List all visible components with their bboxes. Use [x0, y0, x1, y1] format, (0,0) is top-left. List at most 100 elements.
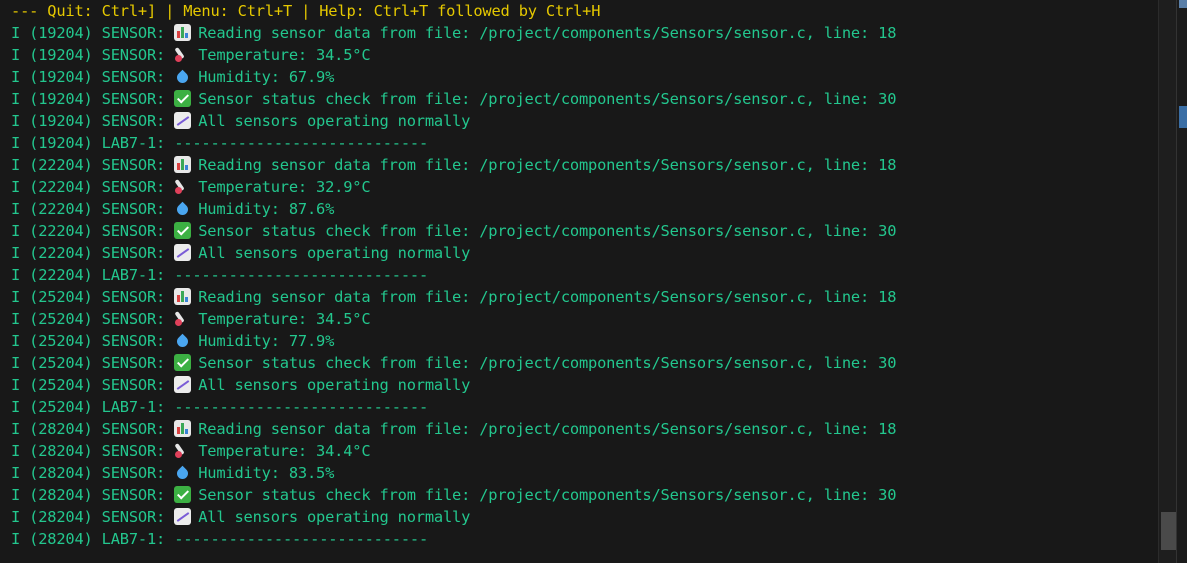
log-prefix: I (25204) SENSOR:	[11, 354, 175, 372]
log-line: I (28204) SENSOR: Reading sensor data fr…	[11, 418, 896, 440]
log-prefix: I (19204) LAB7-1:	[11, 134, 175, 152]
log-prefix: I (28204) SENSOR:	[11, 508, 175, 526]
droplet-icon	[174, 68, 191, 85]
trend-chart-icon	[174, 508, 192, 525]
droplet-icon	[174, 332, 191, 349]
log-prefix: I (22204) SENSOR:	[11, 178, 175, 196]
log-line: I (28204) LAB7-1: ----------------------…	[11, 528, 896, 550]
log-line: I (25204) SENSOR: Sensor status check fr…	[11, 352, 896, 374]
log-message: All sensors operating normally	[198, 508, 471, 526]
log-prefix: I (25204) LAB7-1:	[11, 398, 175, 416]
log-line: I (19204) SENSOR: All sensors operating …	[11, 110, 896, 132]
log-prefix: I (28204) SENSOR:	[11, 464, 175, 482]
vertical-scrollbar[interactable]	[1158, 0, 1177, 563]
log-message: Reading sensor data from file: /project/…	[198, 156, 897, 174]
log-line: I (25204) SENSOR: Humidity: 77.9%	[11, 330, 896, 352]
log-prefix: I (25204) SENSOR:	[11, 288, 175, 306]
log-line: I (22204) SENSOR: Humidity: 87.6%	[11, 198, 896, 220]
log-message: Sensor status check from file: /project/…	[198, 354, 897, 372]
log-line: I (22204) SENSOR: Sensor status check fr…	[11, 220, 896, 242]
log-prefix: I (19204) SENSOR:	[11, 68, 175, 86]
log-line: I (22204) SENSOR: All sensors operating …	[11, 242, 896, 264]
log-line: I (28204) SENSOR: All sensors operating …	[11, 506, 896, 528]
log-line: I (28204) SENSOR: Temperature: 34.4°C	[11, 440, 896, 462]
ruler-marker	[1179, 106, 1187, 128]
log-prefix: I (19204) SENSOR:	[11, 112, 175, 130]
log-line: I (19204) LAB7-1: ----------------------…	[11, 132, 896, 154]
thermometer-icon	[174, 178, 191, 195]
log-line: I (22204) LAB7-1: ----------------------…	[11, 264, 896, 286]
check-mark-icon	[174, 90, 192, 107]
log-prefix: I (19204) SENSOR:	[11, 46, 175, 64]
bar-chart-icon	[174, 24, 192, 41]
log-line: I (25204) SENSOR: All sensors operating …	[11, 374, 896, 396]
log-message: Temperature: 34.4°C	[198, 442, 371, 460]
trend-chart-icon	[174, 376, 192, 393]
check-mark-icon	[174, 486, 192, 503]
log-message: Reading sensor data from file: /project/…	[198, 288, 897, 306]
overview-ruler	[1176, 0, 1187, 563]
trend-chart-icon	[174, 112, 192, 129]
log-prefix: I (19204) SENSOR:	[11, 24, 175, 42]
terminal-output[interactable]: --- Quit: Ctrl+] | Menu: Ctrl+T | Help: …	[0, 0, 1158, 563]
log-message: Reading sensor data from file: /project/…	[198, 420, 897, 438]
check-mark-icon	[174, 222, 192, 239]
log-prefix: I (28204) SENSOR:	[11, 420, 175, 438]
scrollbar-thumb[interactable]	[1161, 512, 1176, 550]
log-message: Humidity: 83.5%	[198, 464, 335, 482]
log-prefix: I (22204) SENSOR:	[11, 156, 175, 174]
log-message: Sensor status check from file: /project/…	[198, 486, 897, 504]
log-line: I (28204) SENSOR: Sensor status check fr…	[11, 484, 896, 506]
log-message: Humidity: 87.6%	[198, 200, 335, 218]
log-prefix: I (28204) SENSOR:	[11, 486, 175, 504]
log-message: ----------------------------	[174, 134, 429, 152]
log-line: I (25204) SENSOR: Temperature: 34.5°C	[11, 308, 896, 330]
log-prefix: I (25204) SENSOR:	[11, 332, 175, 350]
ruler-marker	[1179, 0, 1187, 8]
droplet-icon	[174, 200, 191, 217]
log-prefix: I (25204) SENSOR:	[11, 376, 175, 394]
log-message: Sensor status check from file: /project/…	[198, 222, 897, 240]
log-line: I (19204) SENSOR: Reading sensor data fr…	[11, 22, 896, 44]
log-message: Humidity: 77.9%	[198, 332, 335, 350]
log-prefix: I (22204) SENSOR:	[11, 200, 175, 218]
log-message: All sensors operating normally	[198, 376, 471, 394]
thermometer-icon	[174, 310, 191, 327]
log-prefix: I (22204) SENSOR:	[11, 222, 175, 240]
log-line: I (19204) SENSOR: Temperature: 34.5°C	[11, 44, 896, 66]
log-prefix: I (19204) SENSOR:	[11, 90, 175, 108]
log-line: I (19204) SENSOR: Sensor status check fr…	[11, 88, 896, 110]
log-prefix: I (28204) LAB7-1:	[11, 530, 175, 548]
log-message: Sensor status check from file: /project/…	[198, 90, 897, 108]
thermometer-icon	[174, 46, 191, 63]
log-message: Reading sensor data from file: /project/…	[198, 24, 897, 42]
log-prefix: I (22204) SENSOR:	[11, 244, 175, 262]
log-message: Temperature: 32.9°C	[198, 178, 371, 196]
log-message: ----------------------------	[174, 530, 429, 548]
check-mark-icon	[174, 354, 192, 371]
log-prefix: I (25204) SENSOR:	[11, 310, 175, 328]
trend-chart-icon	[174, 244, 192, 261]
log-prefix: I (22204) LAB7-1:	[11, 266, 175, 284]
log-line: I (22204) SENSOR: Temperature: 32.9°C	[11, 176, 896, 198]
log-line: I (25204) LAB7-1: ----------------------…	[11, 396, 896, 418]
log-message: Humidity: 67.9%	[198, 68, 335, 86]
terminal-lines: --- Quit: Ctrl+] | Menu: Ctrl+T | Help: …	[11, 0, 896, 550]
log-line: I (19204) SENSOR: Humidity: 67.9%	[11, 66, 896, 88]
thermometer-icon	[174, 442, 191, 459]
log-message: ----------------------------	[174, 398, 429, 416]
log-container: I (19204) SENSOR: Reading sensor data fr…	[11, 22, 896, 550]
log-message: All sensors operating normally	[198, 112, 471, 130]
log-message: All sensors operating normally	[198, 244, 471, 262]
log-message: ----------------------------	[174, 266, 429, 284]
log-message: Temperature: 34.5°C	[198, 310, 371, 328]
bar-chart-icon	[174, 288, 192, 305]
log-message: Temperature: 34.5°C	[198, 46, 371, 64]
droplet-icon	[174, 464, 191, 481]
log-prefix: I (28204) SENSOR:	[11, 442, 175, 460]
log-line: I (22204) SENSOR: Reading sensor data fr…	[11, 154, 896, 176]
log-line: I (25204) SENSOR: Reading sensor data fr…	[11, 286, 896, 308]
monitor-help-line: --- Quit: Ctrl+] | Menu: Ctrl+T | Help: …	[11, 2, 601, 20]
bar-chart-icon	[174, 420, 192, 437]
bar-chart-icon	[174, 156, 192, 173]
